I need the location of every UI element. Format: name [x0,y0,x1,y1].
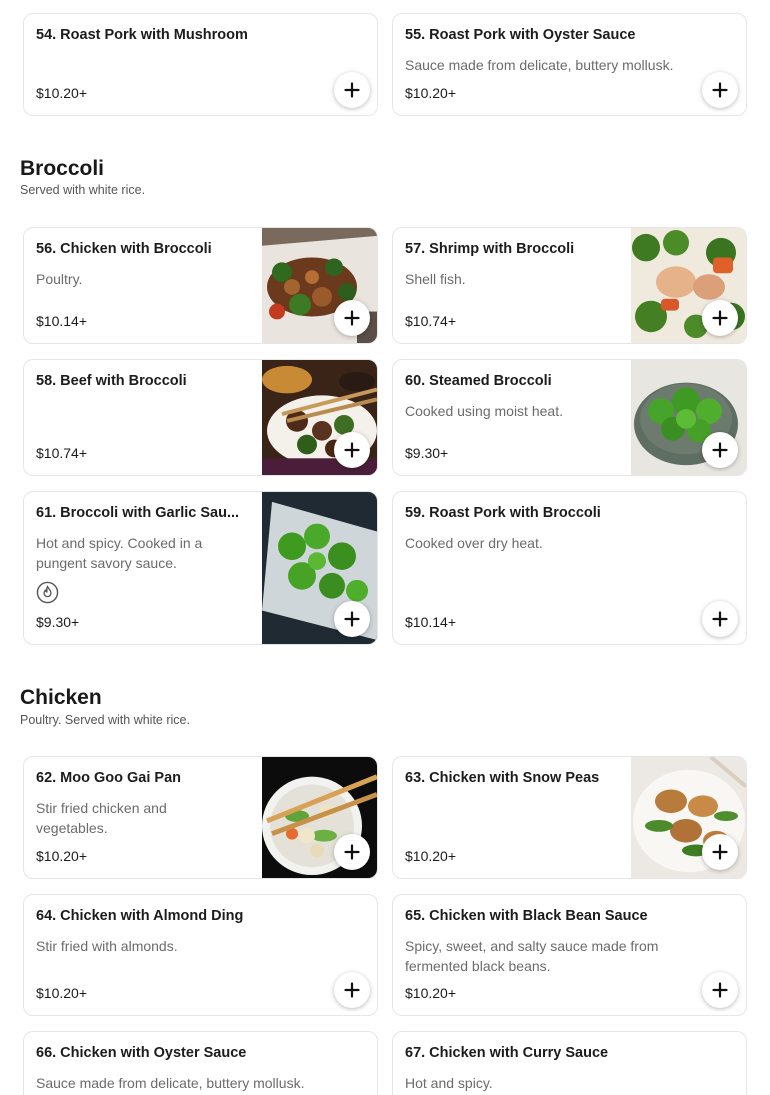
add-to-cart-button[interactable] [702,834,738,870]
section-subtitle-chicken: Poultry. Served with white rice. [20,713,190,727]
item-name: 57. Shrimp with Broccoli [405,241,575,257]
menu-item-card[interactable]: 58. Beef with Broccoli $10.74+ [23,359,378,476]
menu-item-card[interactable]: 54. Roast Pork with Mushroom $10.20+ [23,13,378,116]
item-name: 64. Chicken with Almond Ding [36,908,244,924]
item-description: Stir fried chicken and vegetables. [36,800,167,836]
add-to-cart-button[interactable] [334,432,370,468]
add-to-cart-button[interactable] [334,601,370,637]
add-to-cart-button[interactable] [334,300,370,336]
plus-icon [712,442,728,458]
item-name: 56. Chicken with Broccoli [36,241,212,257]
item-description: Cooked using moist heat. [405,403,563,419]
section-title-broccoli: Broccoli [20,157,105,180]
item-price: $10.14+ [405,614,456,630]
add-to-cart-button[interactable] [702,432,738,468]
item-price: $10.20+ [36,85,87,101]
item-price: $10.20+ [405,848,456,864]
item-name: 59. Roast Pork with Broccoli [405,505,601,521]
item-price: $9.30+ [36,614,80,630]
item-name: 67. Chicken with Curry Sauce [405,1045,609,1061]
add-to-cart-button[interactable] [334,72,370,108]
menu-item-card[interactable]: 55. Roast Pork with Oyster Sauce Sauce m… [392,13,747,116]
item-name: 66. Chicken with Oyster Sauce [36,1045,247,1061]
item-price: $10.14+ [36,313,87,329]
plus-icon [712,611,728,627]
add-to-cart-button[interactable] [702,72,738,108]
item-description: Sauce made from delicate, buttery mollus… [405,57,674,73]
item-description: Spicy, sweet, and salty sauce made from … [405,938,659,974]
item-description: Sauce made from delicate, buttery mollus… [36,1075,305,1091]
plus-icon [344,442,360,458]
menu-item-card[interactable]: 64. Chicken with Almond Ding Stir fried … [23,894,378,1016]
item-name: 60. Steamed Broccoli [405,373,552,389]
item-name: 54. Roast Pork with Mushroom [36,27,248,43]
menu-item-card[interactable]: 65. Chicken with Black Bean Sauce Spicy,… [392,894,747,1016]
plus-icon [712,310,728,326]
item-description: Shell fish. [405,271,466,287]
menu-item-card[interactable]: 67. Chicken with Curry Sauce Hot and spi… [392,1031,747,1095]
plus-icon [712,844,728,860]
item-name: 61. Broccoli with Garlic Sau... [36,505,240,521]
item-name: 58. Beef with Broccoli [36,373,187,389]
plus-icon [712,982,728,998]
item-name: 55. Roast Pork with Oyster Sauce [405,27,636,43]
add-to-cart-button[interactable] [334,972,370,1008]
menu-item-card[interactable]: 56. Chicken with Broccoli Poultry. $10.1… [23,227,378,344]
menu-item-card[interactable]: 60. Steamed Broccoli Cooked using moist … [392,359,747,476]
item-name: 65. Chicken with Black Bean Sauce [405,908,648,924]
item-price: $10.20+ [36,848,87,864]
item-price: $10.20+ [36,985,87,1001]
menu-item-card[interactable]: 59. Roast Pork with Broccoli Cooked over… [392,491,747,645]
add-to-cart-button[interactable] [702,300,738,336]
plus-icon [344,82,360,98]
item-description: Stir fried with almonds. [36,938,178,954]
item-name: 63. Chicken with Snow Peas [405,770,600,786]
item-name: 62. Moo Goo Gai Pan [36,770,182,786]
menu-item-card[interactable]: 66. Chicken with Oyster Sauce Sauce made… [23,1031,378,1095]
plus-icon [344,310,360,326]
menu-item-card[interactable]: 61. Broccoli with Garlic Sau... Hot and … [23,491,378,645]
item-price: $9.30+ [405,445,449,461]
add-to-cart-button[interactable] [702,601,738,637]
menu-item-card[interactable]: 57. Shrimp with Broccoli Shell fish. $10… [392,227,747,344]
add-to-cart-button[interactable] [334,834,370,870]
plus-icon [344,844,360,860]
item-price: $10.20+ [405,85,456,101]
item-price: $10.74+ [405,313,456,329]
plus-icon [344,611,360,627]
item-description: Hot and spicy. [405,1075,493,1091]
flame-icon [36,581,59,604]
menu-item-card[interactable]: 63. Chicken with Snow Peas $10.20+ [392,756,747,879]
item-description: Cooked over dry heat. [405,535,543,551]
add-to-cart-button[interactable] [702,972,738,1008]
section-title-chicken: Chicken [20,686,102,709]
menu-item-card[interactable]: 62. Moo Goo Gai Pan Stir fried chicken a… [23,756,378,879]
item-description: Poultry. [36,271,83,287]
plus-icon [344,982,360,998]
plus-icon [712,82,728,98]
item-description: Hot and spicy. Cooked in a pungent savor… [36,535,203,571]
item-price: $10.74+ [36,445,87,461]
section-subtitle-broccoli: Served with white rice. [20,183,146,197]
item-price: $10.20+ [405,985,456,1001]
